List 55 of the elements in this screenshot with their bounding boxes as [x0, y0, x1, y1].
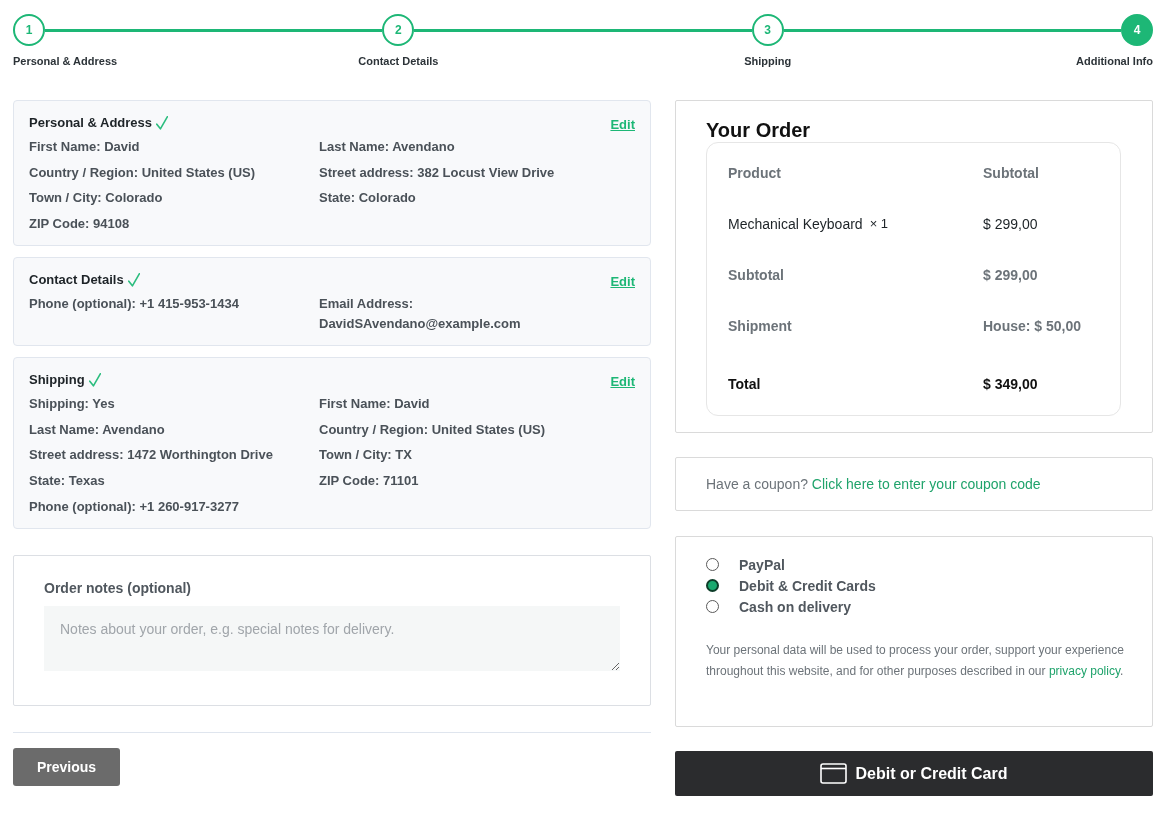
- step-circle: 2: [382, 14, 415, 46]
- total-value: $ 349,00: [983, 375, 1038, 392]
- section-title: Shipping: [29, 370, 85, 389]
- payment-method-label[interactable]: Cash on delivery: [739, 598, 852, 615]
- step-label: Additional Info: [1076, 54, 1153, 68]
- field-text: Phone (optional): +1 260-917-3277: [29, 497, 240, 516]
- summary-label: Shipment: [728, 317, 792, 334]
- field-text: Email Address: DavidSAvendano@example.com: [319, 294, 522, 333]
- coupon-link[interactable]: Click here to enter your coupon code: [811, 476, 1041, 492]
- field-text: Last Name: Avendano: [29, 420, 166, 439]
- coupon-notice: Have a coupon? Click here to enter your coupon code: [675, 457, 1153, 511]
- summary-value: House: $ 50,00: [983, 317, 1082, 334]
- column-header: Subtotal: [983, 164, 1039, 181]
- field-text: Street address: 1472 Worthington Drive: [29, 446, 274, 465]
- field-text: Street address: 382 Locust View Drive: [319, 163, 556, 182]
- payment-method-label[interactable]: PayPal: [739, 556, 785, 573]
- step-circle: 1: [13, 14, 45, 46]
- radio-button[interactable]: [706, 600, 719, 613]
- field-text: State: Texas: [29, 471, 106, 490]
- section-title: Contact Details: [29, 270, 124, 289]
- field-text: Phone (optional): +1 415-953-1434: [29, 294, 240, 313]
- field-text: Country / Region: United States (US): [319, 420, 547, 439]
- field-text: Last Name: Avendano: [319, 138, 456, 156]
- previous-button[interactable]: Previous: [13, 747, 121, 786]
- column-header: Product: [728, 164, 781, 181]
- step-label: Personal & Address: [13, 54, 118, 68]
- price-text: $ 299,00: [983, 215, 1038, 232]
- step-label: Shipping: [744, 54, 792, 68]
- privacy-notice: Your personal data will be used to process your order, support your experience throughout this website, and for other purposes described in our privacy policy.: [706, 642, 1125, 680]
- section-title: Personal & Address: [29, 114, 153, 132]
- radio-button[interactable]: [706, 558, 719, 571]
- pay-button[interactable]: Debit or Credit Card: [675, 751, 1153, 796]
- field-text: Country / Region: United States (US): [29, 163, 257, 182]
- step-circle: 4: [1121, 14, 1153, 46]
- credit-card-icon: [820, 763, 848, 784]
- notes-field[interactable]: Notes about your order, e.g. special notes for delivery.: [44, 605, 620, 671]
- field-text: First Name: David: [319, 394, 431, 413]
- field-text: ZIP Code: 71101: [319, 471, 420, 490]
- field-text: State: Colorado: [319, 189, 417, 208]
- order-title: Your Order: [706, 118, 812, 142]
- summary-value: $ 299,00: [983, 266, 1038, 283]
- field-text: First Name: David: [29, 138, 141, 156]
- summary-label: Subtotal: [728, 266, 784, 283]
- product-name: Mechanical Keyboard: [728, 215, 863, 232]
- step-label: Contact Details: [358, 54, 439, 68]
- field-label: Order notes (optional): [44, 578, 192, 598]
- field-text: Town / City: TX: [319, 446, 413, 465]
- field-text: Shipping: Yes: [29, 394, 116, 413]
- radio-button[interactable]: [706, 579, 719, 592]
- quantity-text: × 1: [869, 216, 889, 231]
- payment-method-label[interactable]: Debit & Credit Cards: [739, 577, 876, 594]
- field-text: Town / City: Colorado: [29, 189, 164, 208]
- step-circle: 3: [751, 14, 784, 46]
- total-label: Total: [728, 375, 761, 392]
- field-text: ZIP Code: 94108: [29, 214, 131, 233]
